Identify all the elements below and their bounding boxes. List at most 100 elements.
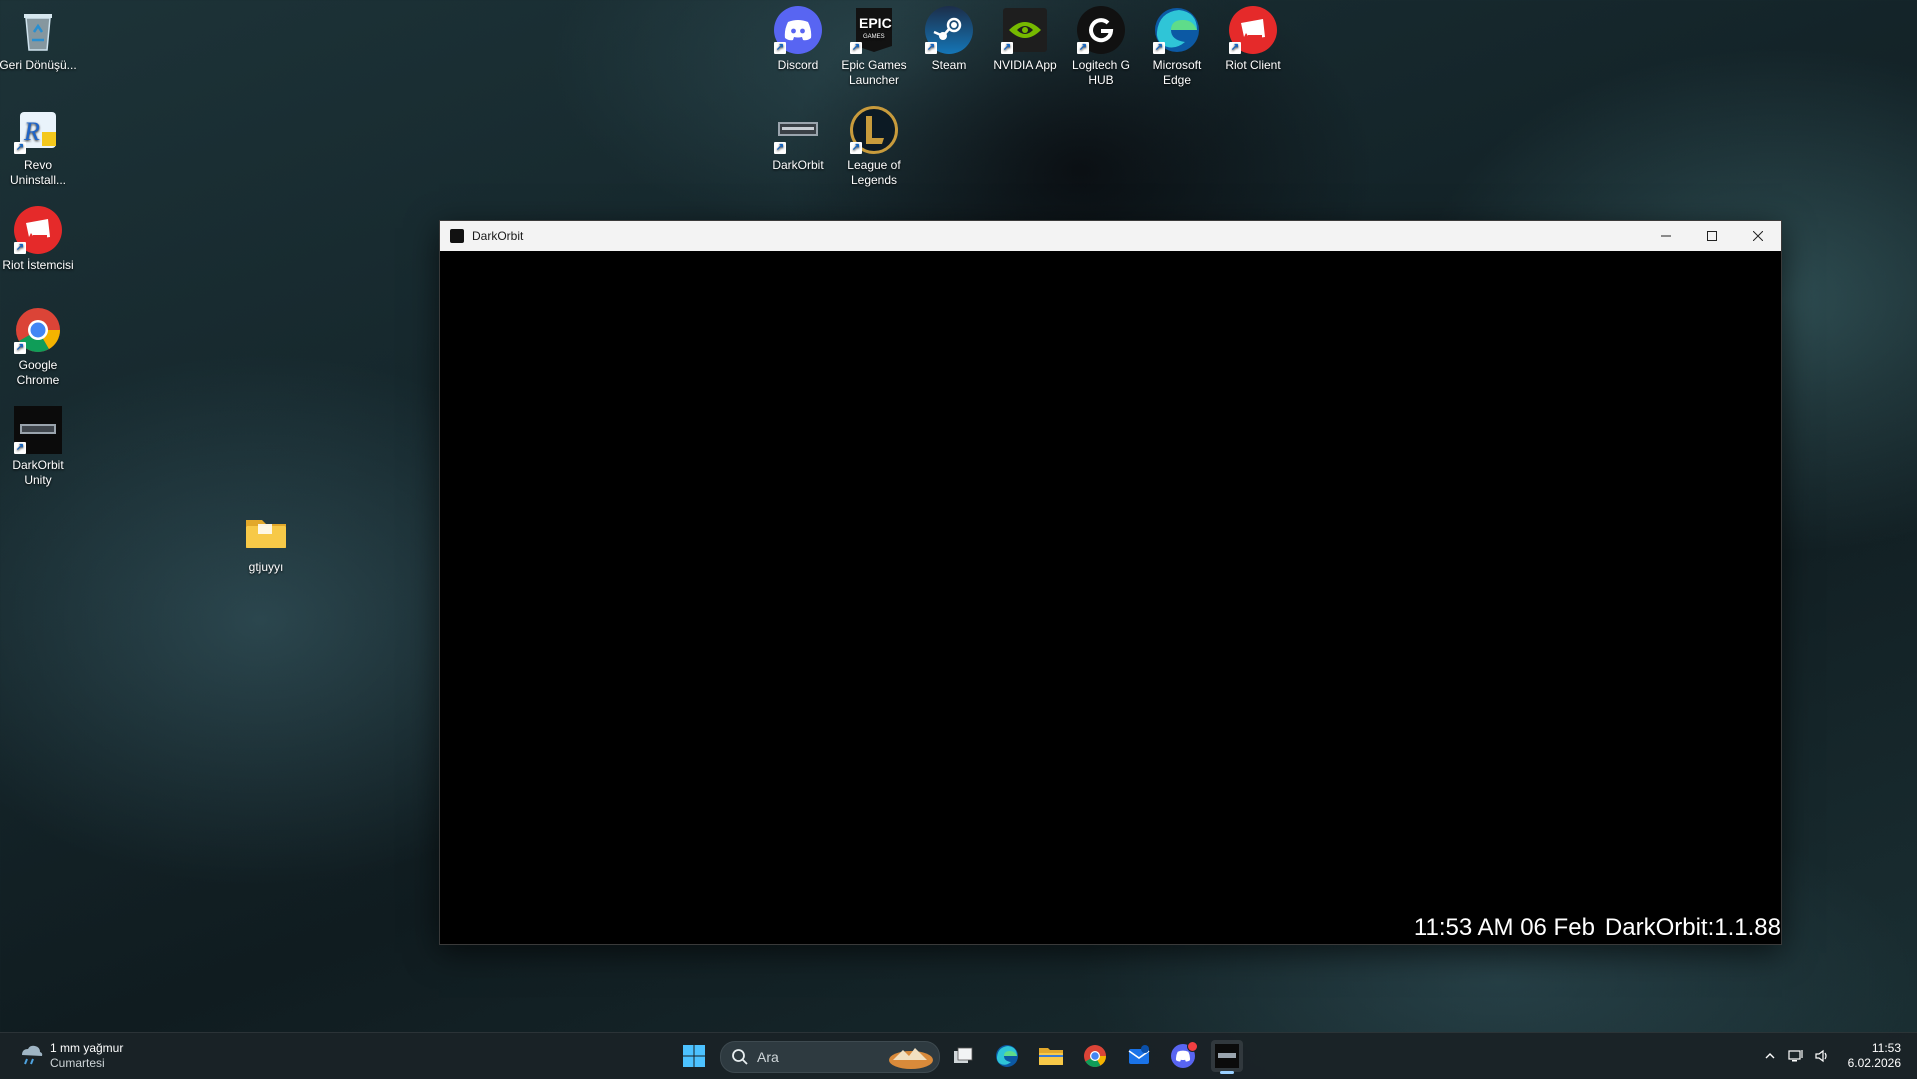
desktop-icon-label: Discord bbox=[777, 58, 819, 72]
search-placeholder: Ara bbox=[757, 1049, 779, 1065]
discord-icon: ↗ bbox=[774, 6, 822, 54]
darkorbit-icon: ↗ bbox=[774, 106, 822, 154]
shortcut-arrow-icon: ↗ bbox=[850, 42, 862, 54]
desktop-icon-label: gtjuyyı bbox=[248, 560, 284, 574]
taskbar-search[interactable]: Ara bbox=[720, 1041, 940, 1073]
clock-date: 6.02.2026 bbox=[1847, 1056, 1901, 1070]
weather-widget[interactable]: 1 mm yağmur Cumartesi bbox=[18, 1041, 123, 1071]
desktop-icon-steam[interactable]: ↗ Steam bbox=[909, 6, 989, 73]
start-button[interactable] bbox=[678, 1040, 710, 1072]
taskbar-chrome[interactable] bbox=[1079, 1040, 1111, 1072]
overlay-version: DarkOrbit:1.1.88 bbox=[1604, 914, 1781, 941]
revo-uninstaller-icon: R ↗ bbox=[14, 106, 62, 154]
desktop-icon-label: Steam bbox=[931, 58, 967, 72]
chrome-icon: ↗ bbox=[14, 306, 62, 354]
desktop-icon-label: Logitech G HUB bbox=[1071, 58, 1131, 87]
overlay-datetime: 11:53 AM 06 Feb bbox=[1413, 914, 1595, 941]
close-button[interactable] bbox=[1735, 221, 1781, 251]
riot-client-icon: ↗ bbox=[1229, 6, 1277, 54]
shortcut-arrow-icon: ↗ bbox=[14, 342, 26, 354]
nvidia-icon: ↗ bbox=[1001, 6, 1049, 54]
shortcut-arrow-icon: ↗ bbox=[774, 142, 786, 154]
taskbar: 1 mm yağmur Cumartesi Ara 11:53 6.02.202… bbox=[0, 1032, 1917, 1079]
desktop-icon-revo-uninstaller[interactable]: R ↗ Revo Uninstall... bbox=[0, 106, 78, 188]
svg-text:EPIC: EPIC bbox=[859, 15, 892, 31]
desktop-icon-google-chrome[interactable]: ↗ Google Chrome bbox=[0, 306, 78, 388]
desktop-icon-label: Microsoft Edge bbox=[1152, 58, 1202, 87]
darkorbit-icon bbox=[1215, 1044, 1239, 1068]
desktop-icon-label: Revo Uninstall... bbox=[9, 158, 67, 187]
network-button[interactable] bbox=[1786, 1040, 1806, 1072]
riot-client-icon: ↗ bbox=[14, 206, 62, 254]
desktop-icon-label: Geri Dönüşü... bbox=[0, 58, 77, 72]
desktop-icon-darkorbit[interactable]: ↗ DarkOrbit bbox=[758, 106, 838, 173]
taskbar-edge[interactable] bbox=[991, 1040, 1023, 1072]
recycle-bin-icon bbox=[14, 6, 62, 54]
file-explorer-icon bbox=[1039, 1048, 1063, 1065]
windows-logo-icon bbox=[683, 1045, 705, 1067]
desktop-icon-microsoft-edge[interactable]: ↗ Microsoft Edge bbox=[1137, 6, 1217, 88]
shortcut-arrow-icon: ↗ bbox=[925, 42, 937, 54]
volume-button[interactable] bbox=[1812, 1040, 1832, 1072]
desktop-icon-label: Riot İstemcisi bbox=[2, 258, 74, 272]
notification-badge bbox=[1187, 1041, 1198, 1052]
desktop-icon-nvidia-app[interactable]: ↗ NVIDIA App bbox=[985, 6, 1065, 73]
desktop-icon-logitech-ghub[interactable]: ↗ Logitech G HUB bbox=[1061, 6, 1141, 88]
game-overlay-text: 11:53 AM 06 Feb DarkOrbit:1.1.88 bbox=[1404, 914, 1781, 942]
desktop-icon-league-of-legends[interactable]: ↗ League of Legends bbox=[834, 106, 914, 188]
desktop-icon-darkorbit-unity[interactable]: ↗ DarkOrbit Unity bbox=[0, 406, 78, 488]
desktop-icon-label: Epic Games Launcher bbox=[841, 58, 907, 87]
epic-games-icon: EPIC GAMES ↗ bbox=[850, 6, 898, 54]
taskbar-darkorbit[interactable] bbox=[1211, 1040, 1243, 1074]
clock-time: 11:53 bbox=[1871, 1041, 1901, 1055]
edge-icon bbox=[996, 1045, 1018, 1067]
logitech-icon: ↗ bbox=[1077, 6, 1125, 54]
taskbar-file-explorer[interactable] bbox=[1035, 1040, 1067, 1072]
desktop-icon-label: League of Legends bbox=[847, 158, 901, 187]
darkorbit-window[interactable]: DarkOrbit 11:53 AM 06 Feb DarkOrbit:1.1.8… bbox=[439, 220, 1782, 945]
svg-text:GAMES: GAMES bbox=[863, 34, 885, 40]
weather-day: Cumartesi bbox=[50, 1056, 105, 1070]
shortcut-arrow-icon: ↗ bbox=[14, 242, 26, 254]
discord-icon bbox=[1171, 1041, 1198, 1068]
desktop-icon-epic-games[interactable]: EPIC GAMES ↗ Epic Games Launcher bbox=[834, 6, 914, 88]
desktop-folder[interactable]: gtjuyyı bbox=[226, 508, 306, 575]
search-icon bbox=[732, 1049, 748, 1065]
shortcut-arrow-icon: ↗ bbox=[14, 442, 26, 454]
window-title: DarkOrbit bbox=[472, 229, 524, 243]
desktop-icon-riot-client[interactable]: ↗ Riot Client bbox=[1213, 6, 1293, 73]
weather-condition: 1 mm yağmur bbox=[50, 1041, 124, 1055]
darkorbit-icon: ↗ bbox=[14, 406, 62, 454]
task-view-button[interactable] bbox=[947, 1040, 979, 1072]
minimize-button[interactable] bbox=[1643, 221, 1689, 251]
desktop-icon-label: DarkOrbit bbox=[772, 158, 824, 172]
network-icon bbox=[1788, 1050, 1803, 1062]
shortcut-arrow-icon: ↗ bbox=[14, 142, 26, 154]
shortcut-arrow-icon: ↗ bbox=[1077, 42, 1089, 54]
darkorbit-app-icon bbox=[450, 229, 464, 243]
league-icon: ↗ bbox=[850, 106, 898, 154]
mail-icon bbox=[1128, 1045, 1150, 1064]
desktop-icon-discord[interactable]: ↗ Discord bbox=[758, 6, 838, 73]
task-view-icon bbox=[954, 1047, 973, 1063]
folder-icon bbox=[242, 508, 290, 556]
desktop-icon-label: Google Chrome bbox=[16, 358, 60, 387]
close-icon bbox=[1753, 231, 1763, 241]
shortcut-arrow-icon: ↗ bbox=[1153, 42, 1165, 54]
desktop-icon-label: NVIDIA App bbox=[993, 58, 1057, 72]
shortcut-arrow-icon: ↗ bbox=[1229, 42, 1241, 54]
shortcut-arrow-icon: ↗ bbox=[1001, 42, 1013, 54]
taskbar-clock[interactable]: 11:53 6.02.2026 bbox=[1848, 1041, 1901, 1071]
window-titlebar[interactable]: DarkOrbit bbox=[440, 221, 1781, 251]
speaker-icon bbox=[1815, 1049, 1827, 1063]
desktop-icon-riot-istemcisi[interactable]: ↗ Riot İstemcisi bbox=[0, 206, 78, 273]
chevron-up-icon bbox=[1765, 1053, 1775, 1059]
desktop-icon-recycle-bin[interactable]: Geri Dönüşü... bbox=[0, 6, 78, 73]
taskbar-discord[interactable] bbox=[1167, 1040, 1199, 1072]
maximize-button[interactable] bbox=[1689, 221, 1735, 251]
show-hidden-icons-button[interactable] bbox=[1754, 1040, 1786, 1072]
maximize-icon bbox=[1707, 231, 1717, 241]
taskbar-outlook[interactable] bbox=[1123, 1040, 1155, 1072]
active-indicator bbox=[1220, 1071, 1234, 1074]
shortcut-arrow-icon: ↗ bbox=[850, 142, 862, 154]
